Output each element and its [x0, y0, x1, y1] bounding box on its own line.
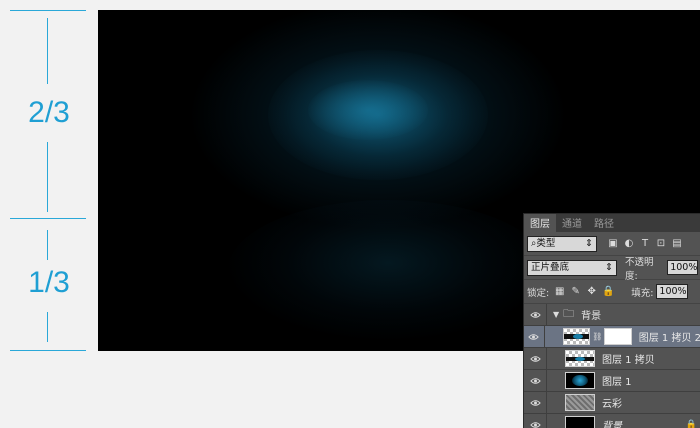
blend-mode-select[interactable]: 正片叠底 ⇕ [527, 260, 617, 276]
guide-bottom-line [10, 350, 86, 351]
layer-name: 图层 1 拷贝 2 [639, 329, 700, 344]
layer-row[interactable]: 背景 🔒 [524, 414, 700, 428]
layer-name: 图层 1 [602, 373, 632, 388]
link-icon[interactable]: ⛓ [592, 332, 602, 341]
image-filter-icon[interactable]: ▣ [607, 238, 619, 250]
guide-vertical-line [47, 230, 48, 260]
layer-thumbnail [565, 350, 595, 367]
guide-top-line [10, 10, 86, 11]
guide-vertical-line [47, 312, 48, 342]
visibility-eye-icon[interactable] [524, 392, 547, 413]
layer-thumbnail [565, 416, 595, 428]
layer-row[interactable]: 图层 1 拷贝 [524, 348, 700, 370]
opacity-input[interactable]: 100% [667, 260, 698, 275]
ratio-label-top: 2/3 [0, 96, 98, 130]
fill-input[interactable]: 100% [656, 284, 688, 299]
blend-mode-value: 正片叠底 [531, 261, 569, 275]
layer-mask-thumbnail[interactable] [604, 328, 631, 345]
ratio-guide: 2/3 1/3 [0, 0, 98, 427]
tab-layers[interactable]: 图层 [524, 213, 556, 232]
cloud-highlight [308, 80, 428, 140]
layer-name: 云彩 [602, 395, 622, 410]
panel-tabs: 图层 通道 路径 [524, 214, 700, 232]
layer-name: 图层 1 拷贝 [602, 351, 655, 366]
guide-middle-line [10, 218, 86, 219]
layer-thumbnail [565, 394, 595, 411]
layer-row[interactable]: 云彩 [524, 392, 700, 414]
layer-thumbnail [563, 328, 590, 345]
kind-filter-label: 类型 [536, 238, 555, 249]
lock-paint-icon[interactable]: ✎ [570, 286, 581, 297]
group-name: 背景 [581, 307, 601, 322]
lock-label: 锁定: [527, 285, 549, 299]
blend-row: 正片叠底 ⇕ 不透明度: 100% [524, 256, 700, 280]
layer-thumbnail [565, 372, 595, 389]
layer-row[interactable]: 图层 1 [524, 370, 700, 392]
visibility-eye-icon[interactable] [524, 326, 545, 347]
folder-icon: 🗀 [563, 305, 574, 324]
visibility-eye-icon[interactable] [524, 304, 547, 325]
layers-panel: 图层 通道 路径 ⌕类型 ⇕ ▣ ◐ T ⊡ ▤ 正片叠底 ⇕ 不透明度: 10… [523, 213, 700, 428]
type-filter-icon[interactable]: T [639, 238, 651, 250]
filter-row: ⌕类型 ⇕ ▣ ◐ T ⊡ ▤ [524, 232, 700, 256]
visibility-eye-icon[interactable] [524, 348, 547, 369]
adjustment-filter-icon[interactable]: ◐ [623, 238, 635, 250]
smart-object-filter-icon[interactable]: ▤ [671, 238, 683, 250]
lock-transparent-icon[interactable]: ▦ [554, 286, 565, 297]
cloud-reflection [228, 200, 548, 340]
lock-all-icon[interactable]: 🔒 [602, 286, 613, 297]
tab-paths[interactable]: 路径 [588, 213, 620, 232]
layer-name: 背景 [602, 417, 622, 428]
chevron-updown-icon: ⇕ [585, 237, 593, 251]
layer-row[interactable]: ⛓ 图层 1 拷贝 2 [524, 326, 700, 348]
kind-filter-select[interactable]: ⌕类型 ⇕ [527, 236, 597, 252]
visibility-eye-icon[interactable] [524, 370, 547, 391]
guide-vertical-line [47, 142, 48, 212]
fill-label: 填充: [631, 285, 653, 299]
chevron-updown-icon: ⇕ [605, 261, 613, 275]
lock-row: 锁定: ▦ ✎ ✥ 🔒 填充: 100% [524, 280, 700, 304]
opacity-label: 不透明度: [625, 254, 664, 282]
tab-channels[interactable]: 通道 [556, 213, 588, 232]
ratio-label-bottom: 1/3 [0, 266, 98, 300]
layer-group[interactable]: ▼ 🗀 背景 [524, 304, 700, 326]
chevron-down-icon[interactable]: ▼ [553, 310, 559, 319]
visibility-eye-icon[interactable] [524, 414, 547, 428]
guide-vertical-line [47, 18, 48, 84]
lock-move-icon[interactable]: ✥ [586, 286, 597, 297]
shape-filter-icon[interactable]: ⊡ [655, 238, 667, 250]
